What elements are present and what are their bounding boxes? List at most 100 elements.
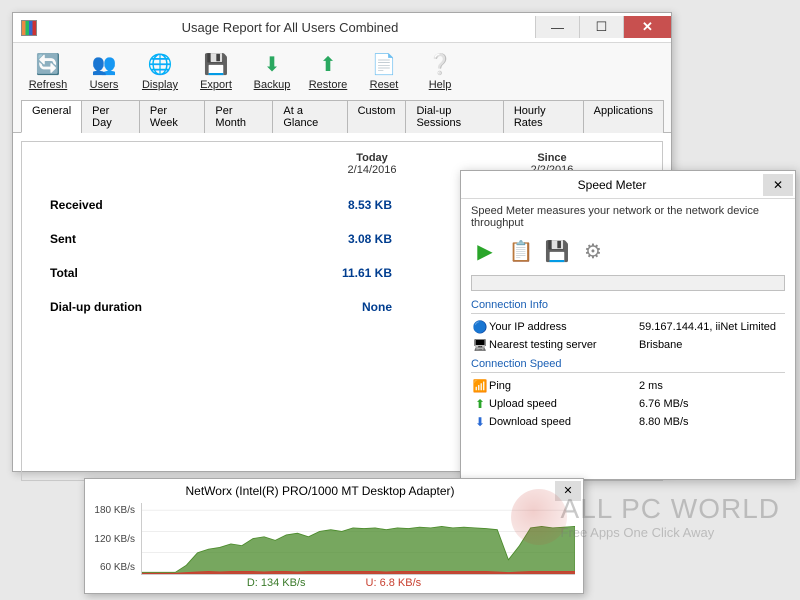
toolbar-label: Display bbox=[142, 79, 178, 91]
row-value: 8.53 KB bbox=[222, 198, 392, 212]
tab-strip: GeneralPer DayPer WeekPer MonthAt a Glan… bbox=[13, 99, 671, 133]
legend-upload: U: 6.8 KB/s bbox=[366, 577, 422, 589]
backup-button[interactable]: ⬇ Backup bbox=[245, 49, 299, 93]
export-button[interactable]: 💾 Export bbox=[189, 49, 243, 93]
arrow-up-icon: ⬆ bbox=[471, 397, 489, 411]
display-button[interactable]: 🌐 Display bbox=[133, 49, 187, 93]
upload-value: 6.76 MB/s bbox=[639, 398, 785, 410]
display-icon: 🌐 bbox=[147, 51, 173, 77]
tab-custom[interactable]: Custom bbox=[347, 100, 407, 133]
titlebar[interactable]: NetWorx (Intel(R) PRO/1000 MT Desktop Ad… bbox=[85, 479, 583, 503]
y-axis: 180 KB/s 120 KB/s 60 KB/s bbox=[85, 503, 141, 575]
toolbar-label: Reset bbox=[370, 79, 399, 91]
description: Speed Meter measures your network or the… bbox=[461, 199, 795, 235]
legend: D: 134 KB/s U: 6.8 KB/s bbox=[85, 575, 583, 591]
download-row: ⬇ Download speed 8.80 MB/s bbox=[471, 413, 785, 431]
server-label: Nearest testing server bbox=[489, 339, 639, 351]
window-title: Speed Meter bbox=[461, 178, 763, 192]
help-button[interactable]: ❔ Help bbox=[413, 49, 467, 93]
help-icon: ❔ bbox=[427, 51, 453, 77]
networx-graph-window: NetWorx (Intel(R) PRO/1000 MT Desktop Ad… bbox=[84, 478, 584, 594]
download-value: 8.80 MB/s bbox=[639, 416, 785, 428]
row-label: Total bbox=[22, 266, 222, 280]
restore-button[interactable]: ⬆ Restore bbox=[301, 49, 355, 93]
tab-dial-up-sessions[interactable]: Dial-up Sessions bbox=[405, 100, 503, 133]
app-icon bbox=[21, 20, 37, 36]
ping-value: 2 ms bbox=[639, 380, 785, 392]
watermark-title: ALL PC WORLD bbox=[561, 493, 780, 525]
watermark-subtitle: Free Apps One Click Away bbox=[561, 525, 780, 540]
row-label: Dial-up duration bbox=[22, 300, 222, 314]
legend-download: D: 134 KB/s bbox=[247, 577, 306, 589]
tab-applications[interactable]: Applications bbox=[583, 100, 664, 133]
today-label: Today bbox=[282, 152, 462, 164]
row-value: None bbox=[222, 300, 392, 314]
ip-row: 🔵 Your IP address 59.167.144.41, iiNet L… bbox=[471, 318, 785, 336]
tab-per-month[interactable]: Per Month bbox=[204, 100, 273, 133]
toolbar-label: Users bbox=[90, 79, 119, 91]
play-icon[interactable]: ▶ bbox=[471, 237, 499, 265]
speed-toolbar: ▶ 📋 💾 ⚙ bbox=[461, 235, 795, 271]
arrow-down-icon: ⬇ bbox=[471, 415, 489, 429]
close-button[interactable] bbox=[623, 16, 671, 38]
window-title: NetWorx (Intel(R) PRO/1000 MT Desktop Ad… bbox=[85, 484, 555, 498]
upload-label: Upload speed bbox=[489, 398, 639, 410]
tab-at-a-glance[interactable]: At a Glance bbox=[272, 100, 347, 133]
clipboard-icon[interactable]: 📋 bbox=[507, 237, 535, 265]
ip-label: Your IP address bbox=[489, 321, 639, 333]
reset-icon: 📄 bbox=[371, 51, 397, 77]
users-button[interactable]: 👥 Users bbox=[77, 49, 131, 93]
close-button[interactable]: ✕ bbox=[763, 174, 793, 196]
server-value: Brisbane bbox=[639, 339, 785, 351]
tab-general[interactable]: General bbox=[21, 100, 82, 133]
toolbar-label: Export bbox=[200, 79, 232, 91]
tab-hourly-rates[interactable]: Hourly Rates bbox=[503, 100, 584, 133]
today-date: 2/14/2016 bbox=[348, 164, 397, 176]
toolbar: 🔄 Refresh 👥 Users 🌐 Display 💾 Export ⬇ Backup ⬆ Res… bbox=[13, 43, 671, 99]
toolbar-label: Refresh bbox=[29, 79, 68, 91]
tab-per-day[interactable]: Per Day bbox=[81, 100, 140, 133]
export-icon: 💾 bbox=[203, 51, 229, 77]
minimize-button[interactable] bbox=[535, 16, 579, 38]
section-title: Connection Info bbox=[471, 299, 785, 314]
ping-row: 📶 Ping 2 ms bbox=[471, 377, 785, 395]
row-label: Received bbox=[22, 198, 222, 212]
connection-speed-section: Connection Speed 📶 Ping 2 ms ⬆ Upload sp… bbox=[471, 358, 785, 431]
row-value: 3.08 KB bbox=[222, 232, 392, 246]
since-label: Since bbox=[462, 152, 642, 164]
close-button[interactable]: ✕ bbox=[555, 481, 581, 501]
download-label: Download speed bbox=[489, 416, 639, 428]
ping-label: Ping bbox=[489, 380, 639, 392]
backup-icon: ⬇ bbox=[259, 51, 285, 77]
ip-value: 59.167.144.41, iiNet Limited bbox=[639, 321, 785, 333]
refresh-button[interactable]: 🔄 Refresh bbox=[21, 49, 75, 93]
restore-icon: ⬆ bbox=[315, 51, 341, 77]
toolbar-label: Backup bbox=[254, 79, 291, 91]
server-row: 🖥 Nearest testing server Brisbane bbox=[471, 336, 785, 354]
y-tick: 180 KB/s bbox=[91, 505, 135, 516]
progress-bar bbox=[471, 275, 785, 291]
chart-area bbox=[141, 503, 575, 575]
y-tick: 120 KB/s bbox=[91, 534, 135, 545]
globe-icon: 🔵 bbox=[471, 320, 489, 334]
row-label: Sent bbox=[22, 232, 222, 246]
tab-per-week[interactable]: Per Week bbox=[139, 100, 206, 133]
titlebar[interactable]: Speed Meter ✕ bbox=[461, 171, 795, 199]
watermark: ALL PC WORLD Free Apps One Click Away bbox=[561, 493, 780, 540]
ping-icon: 📶 bbox=[471, 379, 489, 393]
server-icon: 🖥 bbox=[471, 338, 489, 352]
save-icon[interactable]: 💾 bbox=[543, 237, 571, 265]
refresh-icon: 🔄 bbox=[35, 51, 61, 77]
y-tick: 60 KB/s bbox=[91, 562, 135, 573]
maximize-button[interactable] bbox=[579, 16, 623, 38]
row-value: 11.61 KB bbox=[222, 266, 392, 280]
titlebar[interactable]: Usage Report for All Users Combined bbox=[13, 13, 671, 43]
gear-icon[interactable]: ⚙ bbox=[579, 237, 607, 265]
toolbar-label: Restore bbox=[309, 79, 348, 91]
section-title: Connection Speed bbox=[471, 358, 785, 373]
speed-meter-window: Speed Meter ✕ Speed Meter measures your … bbox=[460, 170, 796, 480]
upload-row: ⬆ Upload speed 6.76 MB/s bbox=[471, 395, 785, 413]
users-icon: 👥 bbox=[91, 51, 117, 77]
toolbar-label: Help bbox=[429, 79, 452, 91]
reset-button[interactable]: 📄 Reset bbox=[357, 49, 411, 93]
